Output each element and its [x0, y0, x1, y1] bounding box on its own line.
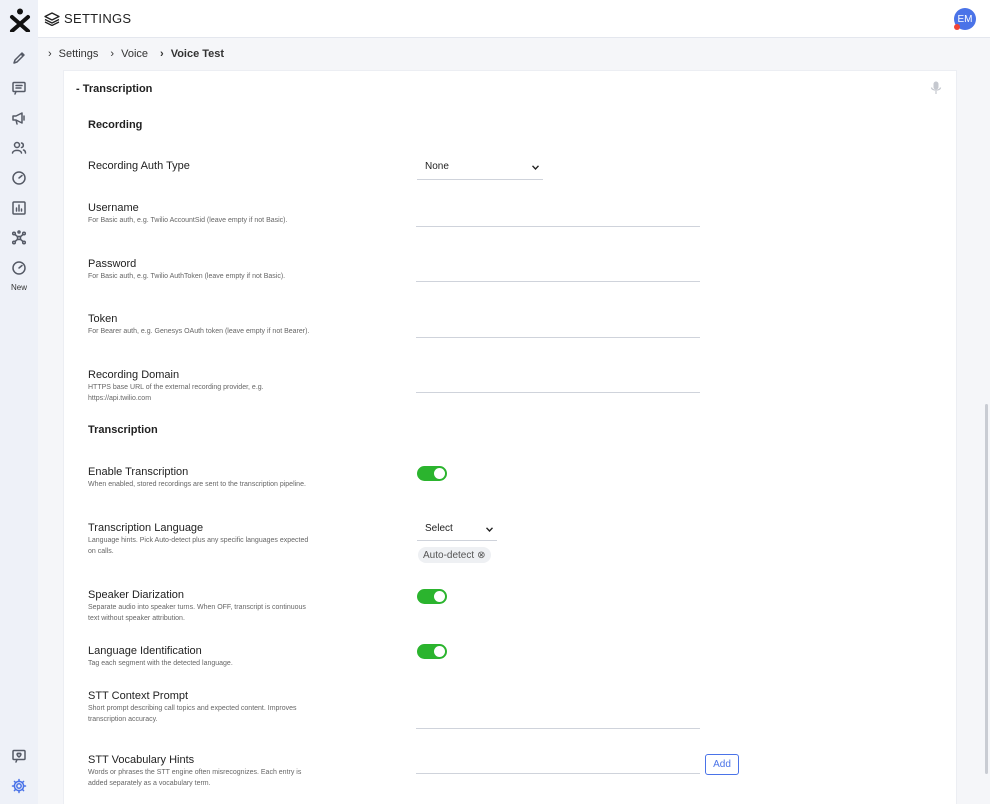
page-title: SETTINGS — [64, 11, 132, 26]
enable-transcription-toggle[interactable] — [417, 466, 447, 481]
bar-chart-icon[interactable] — [9, 198, 29, 218]
breadcrumb: › Settings › Voice › Voice Test — [38, 38, 990, 70]
chevron-down-icon — [486, 527, 493, 532]
transcription-group-title: Transcription — [88, 424, 158, 436]
users-icon[interactable] — [9, 138, 29, 158]
token-label: Token — [88, 313, 118, 325]
chat-icon[interactable] — [9, 78, 29, 98]
username-input[interactable] — [416, 215, 700, 227]
language-identification-label: Language Identification — [88, 645, 202, 657]
recording-domain-description: HTTPS base URL of the external recording… — [88, 384, 264, 402]
transcription-card: - Transcription Recording Recording Auth… — [63, 70, 957, 804]
enable-transcription-label: Enable Transcription — [88, 466, 189, 478]
language-identification-toggle[interactable] — [417, 644, 447, 659]
recording-domain-input[interactable] — [416, 381, 700, 393]
layers-icon — [44, 12, 60, 26]
left-rail: New — [0, 0, 38, 804]
breadcrumb-label: Voice — [121, 48, 149, 60]
speaker-diarization-toggle[interactable] — [417, 589, 447, 604]
app-root: New SETTINGS EM › Settings › Voice › Voi — [0, 0, 990, 804]
speaker-diarization-label: Speaker Diarization — [88, 589, 184, 601]
speedometer-icon[interactable] — [9, 258, 29, 278]
username-description: For Basic auth, e.g. Twilio AccountSid (… — [88, 217, 288, 224]
password-label: Password — [88, 258, 137, 270]
status-dot — [954, 24, 960, 30]
language-chip-auto-detect: Auto-detect ⊗ — [418, 547, 491, 563]
breadcrumb-item-voice-test: › Voice Test — [160, 48, 224, 60]
enable-transcription-description: When enabled, stored recordings are sent… — [88, 481, 306, 488]
transcription-language-label: Transcription Language — [88, 522, 204, 534]
token-input[interactable] — [416, 326, 700, 338]
breadcrumb-label: Voice Test — [170, 48, 225, 60]
gauge-icon[interactable] — [9, 168, 29, 188]
recording-domain-label: Recording Domain — [88, 369, 180, 381]
breadcrumb-item-voice[interactable]: › Voice — [110, 48, 148, 60]
password-description: For Basic auth, e.g. Twilio AuthToken (l… — [88, 273, 286, 280]
token-description: For Bearer auth, e.g. Genesys OAuth toke… — [88, 328, 310, 335]
stt-vocabulary-hints-input[interactable] — [416, 762, 700, 774]
speaker-diarization-description: Separate audio into speaker turns. When … — [88, 604, 306, 622]
breadcrumb-item-settings[interactable]: › Settings — [48, 48, 98, 60]
main-content: - Transcription Recording Recording Auth… — [38, 70, 990, 804]
chevron-right-icon: › — [110, 48, 115, 60]
select-value: Select — [425, 523, 453, 534]
recording-group-title: Recording — [88, 119, 143, 131]
remove-chip-icon[interactable]: ⊗ — [477, 550, 485, 561]
new-badge-label: New — [10, 283, 27, 292]
microphone-icon — [930, 81, 942, 94]
language-identification-description: Tag each segment with the detected langu… — [88, 660, 233, 667]
password-input[interactable] — [416, 270, 700, 282]
megaphone-icon[interactable] — [9, 108, 29, 128]
brand-logo-icon[interactable] — [9, 8, 31, 32]
breadcrumb-label: Settings — [58, 48, 99, 60]
transcription-language-select[interactable]: Select — [417, 523, 497, 541]
stt-vocabulary-hints-label: STT Vocabulary Hints — [88, 754, 195, 766]
network-icon[interactable] — [9, 228, 29, 248]
username-label: Username — [88, 202, 139, 214]
stt-context-prompt-label: STT Context Prompt — [88, 690, 189, 702]
select-value: None — [425, 161, 449, 172]
stt-context-prompt-input[interactable] — [416, 717, 700, 729]
top-header: SETTINGS EM — [38, 0, 990, 38]
stt-context-prompt-description: Short prompt describing call topics and … — [88, 705, 297, 723]
pencil-icon[interactable] — [9, 48, 29, 68]
feedback-icon[interactable] — [9, 746, 29, 766]
add-vocabulary-button[interactable]: Add — [705, 754, 739, 775]
chip-label: Auto-detect — [423, 549, 475, 561]
page-scrollbar[interactable] — [985, 404, 988, 774]
section-toggle-transcription[interactable]: - Transcription — [76, 83, 152, 95]
transcription-language-description: Language hints. Pick Auto-detect plus an… — [88, 537, 309, 555]
chevron-right-icon: › — [48, 48, 52, 60]
stt-vocabulary-hints-description: Words or phrases the STT engine often mi… — [88, 769, 302, 787]
recording-auth-type-select[interactable]: None — [417, 161, 543, 180]
chevron-right-icon: › — [160, 48, 164, 60]
recording-auth-type-label: Recording Auth Type — [88, 160, 190, 172]
chevron-down-icon — [532, 165, 539, 170]
gear-icon[interactable] — [9, 776, 29, 796]
